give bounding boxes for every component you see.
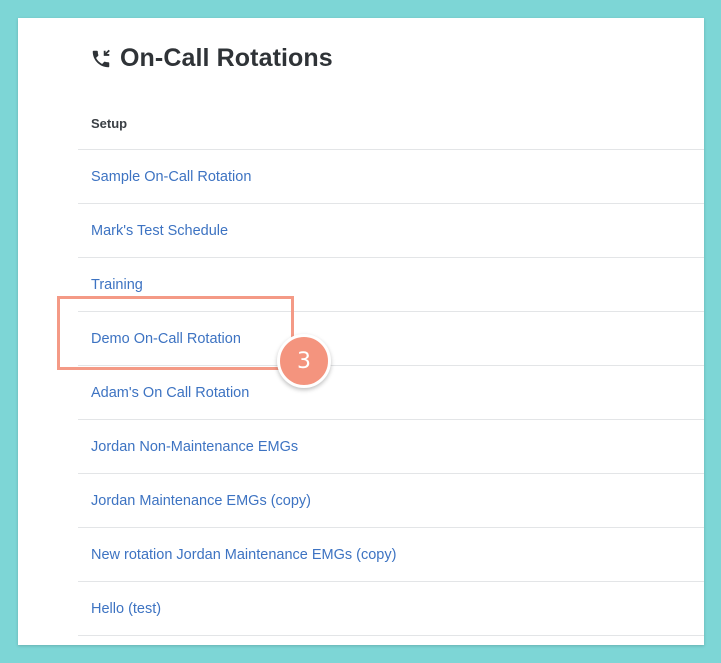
content-panel: On-Call Rotations Setup Sample On-Call R… (18, 18, 704, 645)
rotation-list: Sample On-Call Rotation Mark's Test Sche… (78, 149, 704, 636)
rotation-link-jordan-maintenance-copy[interactable]: Jordan Maintenance EMGs (copy) (91, 493, 311, 509)
list-item: Training (78, 258, 704, 312)
page-title: On-Call Rotations (120, 44, 333, 72)
page-header: On-Call Rotations (90, 44, 333, 73)
rotation-link-marks-test[interactable]: Mark's Test Schedule (91, 223, 228, 239)
list-item: New rotation Jordan Maintenance EMGs (co… (78, 528, 704, 582)
rotation-link-hello-test[interactable]: Hello (test) (91, 601, 161, 617)
list-item: Sample On-Call Rotation (78, 150, 704, 204)
rotation-link-new-rotation-jordan[interactable]: New rotation Jordan Maintenance EMGs (co… (91, 547, 396, 563)
rotation-link-training[interactable]: Training (91, 277, 143, 293)
list-item: Jordan Non-Maintenance EMGs (78, 420, 704, 474)
list-item: Hello (test) (78, 582, 704, 636)
rotation-link-jordan-non-maintenance[interactable]: Jordan Non-Maintenance EMGs (91, 439, 298, 455)
rotation-link-adams[interactable]: Adam's On Call Rotation (91, 385, 249, 401)
phone-forward-icon (92, 49, 110, 67)
list-item: Adam's On Call Rotation (78, 366, 704, 420)
list-item: Mark's Test Schedule (78, 204, 704, 258)
section-label: Setup (91, 116, 128, 131)
rotation-link-demo[interactable]: Demo On-Call Rotation (91, 331, 241, 347)
list-item: Demo On-Call Rotation (78, 312, 704, 366)
list-item: Jordan Maintenance EMGs (copy) (78, 474, 704, 528)
step-number-badge: 3 (277, 334, 331, 388)
rotation-link-sample[interactable]: Sample On-Call Rotation (91, 169, 251, 185)
